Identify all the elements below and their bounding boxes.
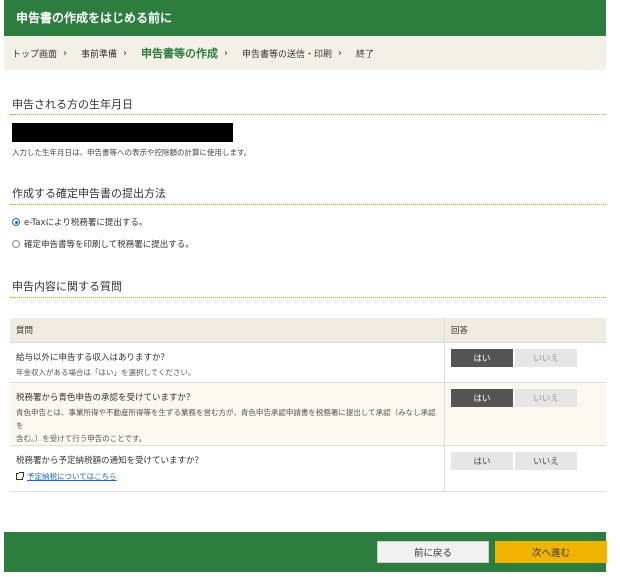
back-button[interactable]: 前に戻る: [377, 541, 489, 563]
question-subtext-block: 青色申告とは、事業所得や不動産所得等を生ずる業務を営む方が、青色申告承認申請書を…: [16, 406, 438, 445]
header-answer: 回答: [444, 318, 606, 343]
answer-cell: はい いいえ: [444, 342, 606, 383]
question-cell: 給与以外に申告する収入はありますか？ 年金収入がある場合は「はい」を選択してくだ…: [10, 342, 445, 383]
birthdate-section-title: 申告される方の生年月日: [12, 98, 133, 111]
answer-cell: はい いいえ: [444, 445, 606, 492]
advance-tax-link-text[interactable]: 予定納税についてはこちら: [27, 471, 117, 482]
table-row: 税務署から青色申告の承認を受けていますか？ 青色申告とは、事業所得や不動産所得等…: [10, 382, 606, 446]
table-header-row: 質問 回答: [10, 318, 606, 343]
section-divider: [10, 204, 606, 205]
radio-option-etax[interactable]: e-Taxにより税務署に提出する。: [12, 216, 147, 228]
question-text: 給与以外に申告する収入はありますか？: [16, 353, 170, 363]
advance-tax-info-link[interactable]: 予定納税についてはこちら: [16, 471, 438, 482]
yes-button[interactable]: はい: [451, 349, 513, 367]
breadcrumb-separator-icon: ›: [338, 47, 343, 59]
header-bar: 申告書の作成をはじめる前に: [4, 0, 606, 36]
birthdate-field-redacted[interactable]: [12, 123, 233, 142]
external-link-icon: [16, 472, 24, 480]
question-text: 税務署から予定納税額の通知を受けていますか？: [16, 456, 204, 466]
radio-label-print: 確定申告書等を印刷して税務署に提出する。: [24, 240, 194, 250]
section-divider: [10, 297, 606, 298]
radio-label-etax: e-Taxにより税務署に提出する。: [24, 218, 148, 228]
breadcrumb: トップ画面 › 事前準備 › 申告書等の作成 › 申告書等の送信・印刷 › 終了: [4, 36, 606, 70]
breadcrumb-item-preparation: 事前準備: [81, 49, 118, 60]
question-cell: 税務署から青色申告の承認を受けていますか？ 青色申告とは、事業所得や不動産所得等…: [10, 382, 445, 446]
questions-table: 質問 回答 給与以外に申告する収入はありますか？ 年金収入がある場合は「はい」を…: [10, 318, 606, 492]
question-text: 税務署から青色申告の承認を受けていますか？: [16, 393, 195, 403]
breadcrumb-separator-icon: ›: [63, 47, 68, 59]
birthdate-hint: 入力した生年月日は、申告書等への表示や控除額の計算に使用します。: [12, 148, 252, 157]
breadcrumb-item-create: 申告書等の作成: [141, 47, 219, 60]
question-subtext: 年金収入がある場合は「はい」を選択してください。: [16, 368, 196, 377]
breadcrumb-separator-icon: ›: [123, 47, 128, 59]
radio-option-print[interactable]: 確定申告書等を印刷して税務署に提出する。: [12, 238, 194, 250]
page-title: 申告書の作成をはじめる前に: [16, 11, 173, 25]
breadcrumb-item-top: トップ画面: [12, 49, 58, 60]
no-button[interactable]: いいえ: [515, 452, 577, 470]
footer-bar: 前に戻る 次へ進む: [4, 532, 607, 572]
section-divider: [10, 114, 606, 115]
header-question: 質問: [10, 318, 445, 343]
question-subtext-line2: 含む。）を受けて行う申告のことです。: [16, 434, 147, 443]
no-button[interactable]: いいえ: [515, 349, 577, 367]
breadcrumb-separator-icon: ›: [224, 47, 229, 59]
answer-cell: はい いいえ: [444, 382, 606, 446]
table-row: 税務署から予定納税額の通知を受けていますか？ 予定納税についてはこちら はい い…: [10, 445, 606, 492]
questions-section-title: 申告内容に関する質問: [12, 280, 122, 293]
radio-selected-icon[interactable]: [12, 218, 20, 226]
table-row: 給与以外に申告する収入はありますか？ 年金収入がある場合は「はい」を選択してくだ…: [10, 342, 606, 383]
breadcrumb-item-send-print: 申告書等の送信・印刷: [242, 49, 333, 60]
yes-button[interactable]: はい: [451, 452, 513, 470]
yes-button[interactable]: はい: [451, 389, 513, 407]
next-button[interactable]: 次へ進む: [495, 541, 607, 563]
question-cell: 税務署から予定納税額の通知を受けていますか？ 予定納税についてはこちら: [10, 445, 445, 492]
no-button[interactable]: いいえ: [515, 389, 577, 407]
header: 申告書の作成をはじめる前に: [0, 0, 606, 36]
question-subtext-line1: 青色申告とは、事業所得や不動産所得等を生ずる業務を営む方が、青色申告承認申請書を…: [16, 408, 436, 430]
radio-unselected-icon[interactable]: [12, 240, 20, 248]
submission-section-title: 作成する確定申告書の提出方法: [12, 187, 166, 200]
breadcrumb-item-finish: 終了: [356, 49, 375, 60]
